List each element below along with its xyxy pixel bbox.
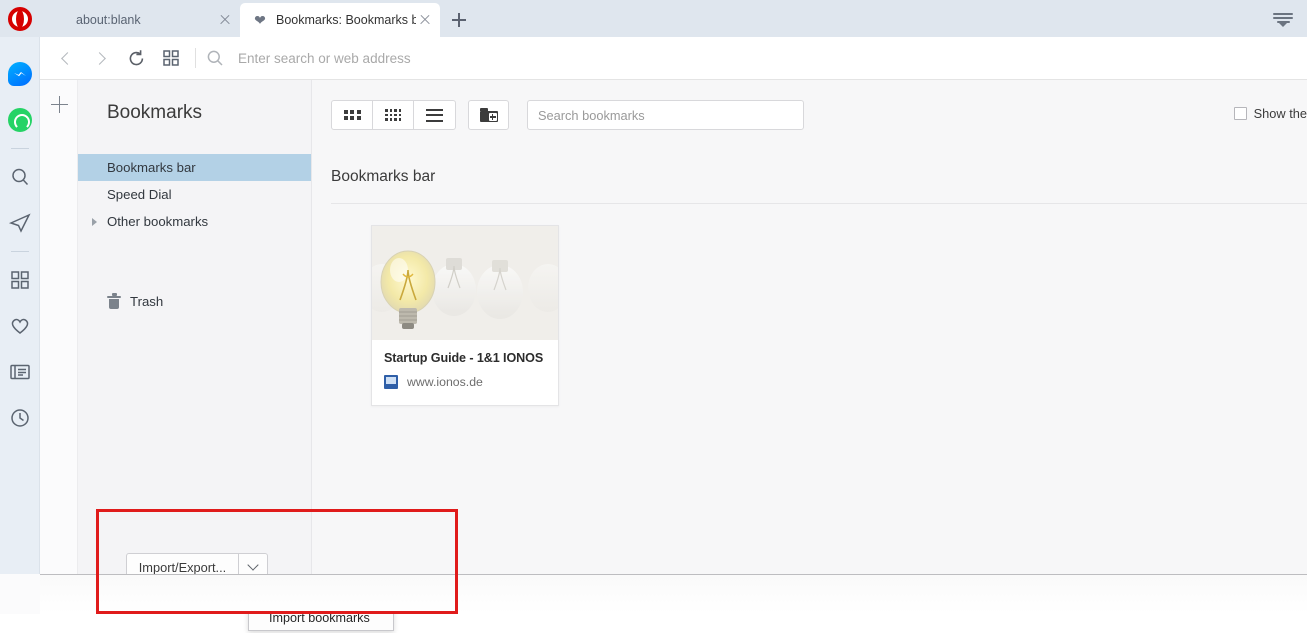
chevron-left-icon: [61, 52, 74, 65]
grid-icon: [163, 50, 179, 66]
search-icon: [206, 49, 224, 67]
small-grid-icon: [385, 109, 401, 121]
ionos-favicon: [384, 375, 398, 389]
speed-dial-button[interactable]: [155, 42, 187, 74]
sidebar-item-telegram[interactable]: [0, 200, 40, 246]
heart-icon: ❤: [252, 12, 268, 28]
sidebar-item-trash[interactable]: Trash: [78, 293, 163, 309]
sidebar-item-whatsapp[interactable]: [0, 97, 40, 143]
bookmarks-toolbar: Search bookmarks Show the: [312, 80, 1307, 130]
new-folder-icon: [480, 108, 498, 122]
address-bar-input[interactable]: Enter search or web address: [238, 51, 411, 66]
browser-tab-bookmarks[interactable]: ❤ Bookmarks: Bookmarks bar: [240, 3, 440, 37]
lightbulbs-photo: [372, 226, 558, 340]
folder-list: Bookmarks bar Speed Dial Other bookmarks: [78, 154, 311, 235]
search-placeholder: Search bookmarks: [538, 108, 645, 123]
tabs-container: about:blank ❤ Bookmarks: Bookmarks bar: [40, 3, 476, 37]
speed-dial-icon: [10, 270, 30, 290]
rail-bottom-pad: [0, 574, 40, 614]
divider: [11, 251, 29, 252]
folder-label: Speed Dial: [107, 187, 172, 202]
folder-heading: Bookmarks bar: [312, 130, 1307, 186]
checkbox-box[interactable]: [1234, 107, 1247, 120]
bookmark-url: www.ionos.de: [407, 375, 483, 389]
forward-button[interactable]: [85, 42, 117, 74]
bookmarks-content: Search bookmarks Show the Bookmarks bar: [312, 80, 1307, 574]
divider: [195, 48, 196, 68]
messenger-icon: [8, 62, 32, 86]
back-button[interactable]: [50, 42, 82, 74]
close-icon[interactable]: [216, 11, 234, 29]
large-grid-view-button[interactable]: [332, 101, 373, 129]
search-bookmarks-input[interactable]: Search bookmarks: [527, 100, 804, 130]
bookmark-title: Startup Guide - 1&1 IONOS: [384, 351, 558, 365]
sidebar-item-history[interactable]: [0, 395, 40, 441]
folder-label: Bookmarks bar: [107, 160, 196, 175]
sidebar-item-speed-dial[interactable]: Speed Dial: [78, 181, 311, 208]
sidebar-item-search[interactable]: [0, 154, 40, 200]
bookmarks-page: Bookmarks Bookmarks bar Speed Dial Other…: [40, 80, 1307, 614]
large-grid-icon: [344, 110, 361, 121]
view-mode-group: [331, 100, 456, 130]
checkbox-label: Show the: [1254, 106, 1307, 121]
add-panel-button[interactable]: [51, 96, 68, 113]
bookmark-url-row: www.ionos.de: [384, 375, 558, 389]
chevron-right-icon: [93, 52, 106, 65]
search-icon: [9, 166, 31, 188]
reload-button[interactable]: [120, 42, 152, 74]
sidebar-item-news[interactable]: [0, 349, 40, 395]
reload-icon: [127, 49, 146, 68]
bookmark-card[interactable]: Startup Guide - 1&1 IONOS www.ionos.de: [371, 225, 559, 406]
bookmark-thumbnail: [372, 226, 558, 340]
telegram-icon: [8, 212, 32, 234]
tab-title: Bookmarks: Bookmarks bar: [276, 13, 416, 27]
bookmarks-heart-icon: [9, 315, 31, 337]
opera-logo[interactable]: [8, 7, 32, 31]
divider: [11, 148, 29, 149]
small-grid-view-button[interactable]: [373, 101, 414, 129]
trash-icon: [107, 293, 121, 309]
sidebar-item-speed-dial[interactable]: [0, 257, 40, 303]
divider: [331, 203, 1307, 204]
list-view-button[interactable]: [414, 101, 455, 129]
news-icon: [9, 362, 31, 382]
add-panel-column: [40, 80, 78, 574]
document-icon: [52, 12, 68, 28]
tab-strip: about:blank ❤ Bookmarks: Bookmarks bar: [0, 0, 1307, 37]
folder-label: Other bookmarks: [107, 214, 208, 229]
bookmark-meta: Startup Guide - 1&1 IONOS www.ionos.de: [372, 340, 558, 389]
new-tab-button[interactable]: [442, 3, 476, 37]
bookmarks-sidebar: Bookmarks Bookmarks bar Speed Dial Other…: [78, 80, 312, 574]
sidebar-rail: [0, 37, 40, 614]
sidebar-item-messenger[interactable]: [0, 51, 40, 97]
window-bottom-strip: [40, 574, 1307, 614]
show-bookmarks-bar-checkbox[interactable]: Show the: [1234, 106, 1307, 121]
sidebar-item-other-bookmarks[interactable]: Other bookmarks: [78, 208, 311, 235]
new-folder-button[interactable]: [468, 100, 509, 130]
page-title: Bookmarks: [78, 80, 311, 124]
whatsapp-icon: [8, 108, 32, 132]
sidebar-item-bookmarks-bar[interactable]: Bookmarks bar: [78, 154, 311, 181]
browser-tab-about-blank[interactable]: about:blank: [40, 3, 240, 37]
trash-label: Trash: [130, 294, 163, 309]
history-clock-icon: [9, 407, 31, 429]
tab-title: about:blank: [76, 13, 216, 27]
navigation-bar: Enter search or web address: [40, 37, 1307, 80]
sidebar-item-bookmarks[interactable]: [0, 303, 40, 349]
tab-menu-icon[interactable]: [1269, 7, 1297, 31]
close-icon[interactable]: [416, 11, 434, 29]
list-icon: [426, 109, 443, 122]
chevron-right-icon[interactable]: [92, 218, 97, 226]
